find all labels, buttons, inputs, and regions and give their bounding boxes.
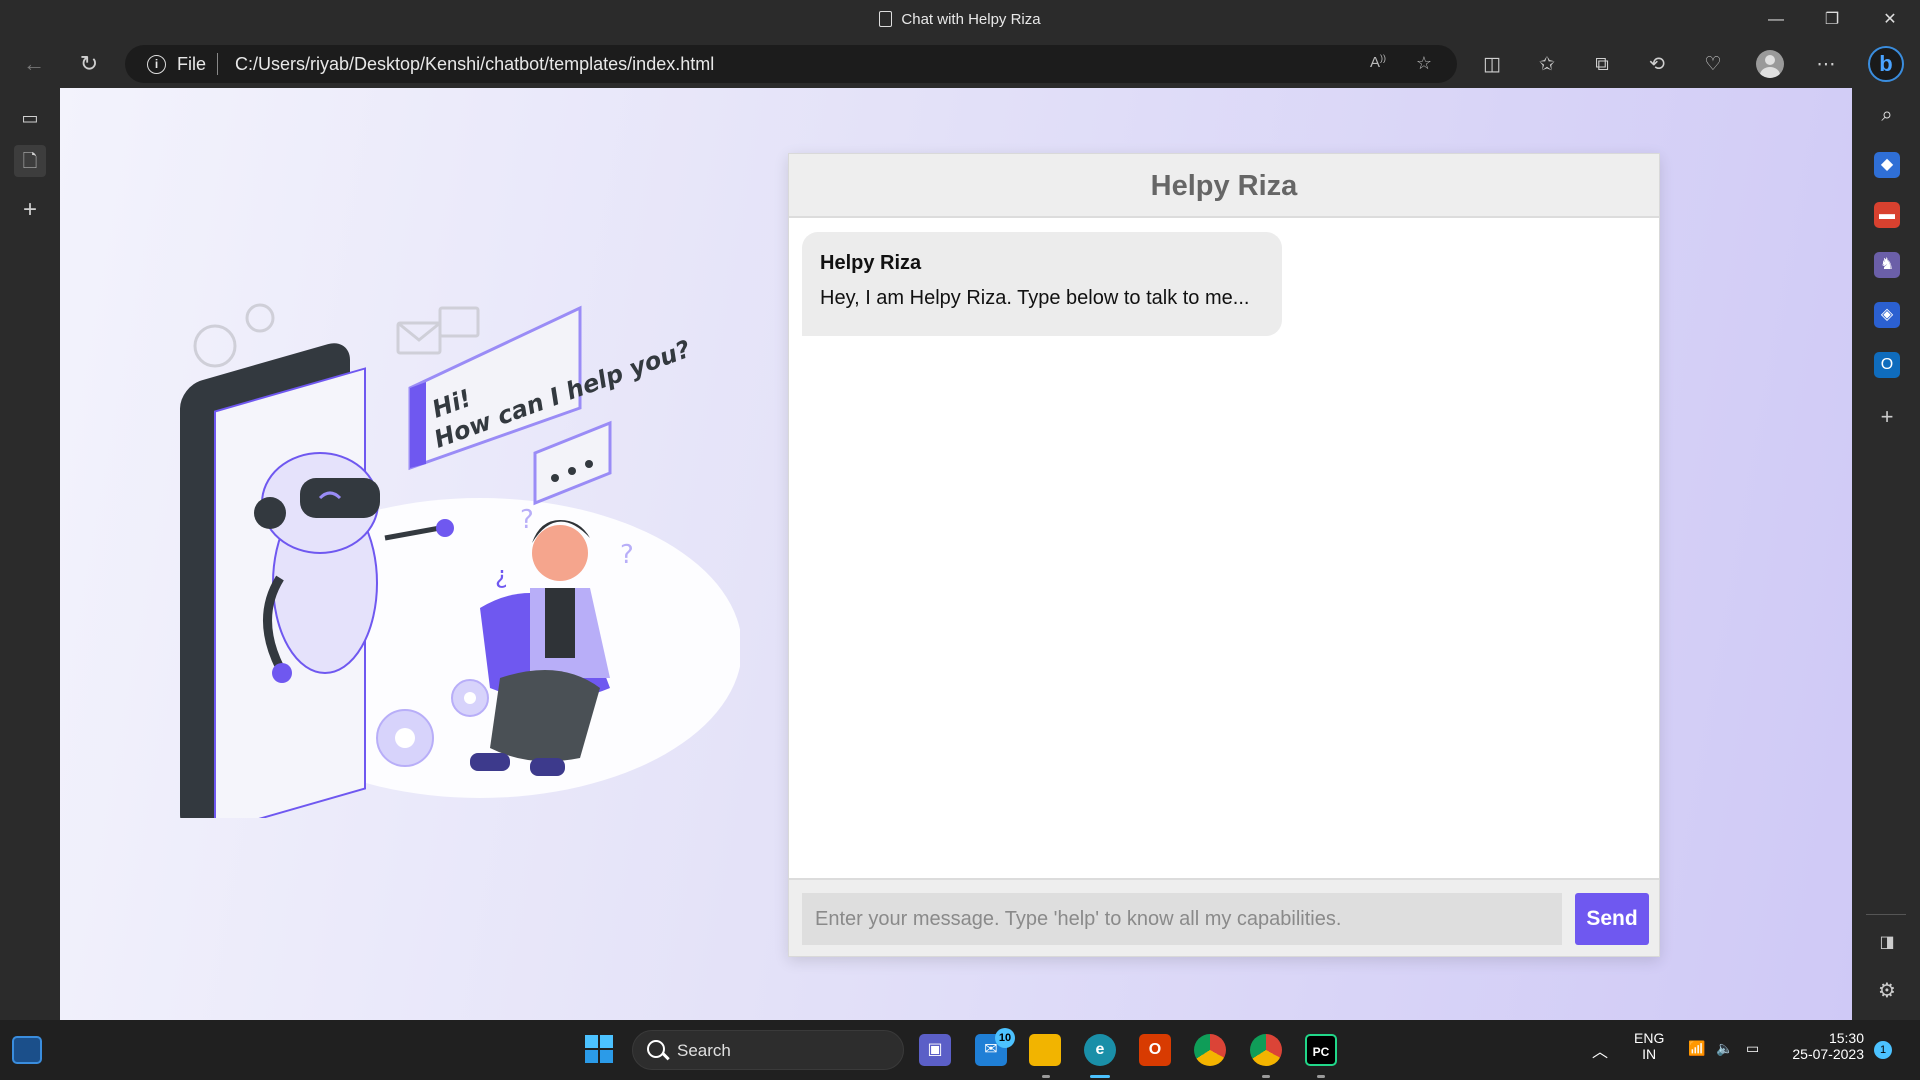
- clock[interactable]: 15:30 25-07-2023: [1786, 1030, 1864, 1062]
- tab-actions-icon[interactable]: ▭: [14, 102, 46, 134]
- notification-badge[interactable]: 1: [1874, 1041, 1892, 1059]
- title-bar: Chat with Helpy Riza — ❐ ✕: [0, 0, 1920, 40]
- clock-time: 15:30: [1828, 1030, 1864, 1046]
- restore-button[interactable]: ❐: [1820, 8, 1844, 32]
- favorite-star-icon[interactable]: ☆: [1413, 53, 1435, 75]
- language-indicator[interactable]: ENG IN: [1634, 1030, 1664, 1062]
- collections-icon[interactable]: ⧉: [1589, 52, 1615, 78]
- window-title: Chat with Helpy Riza: [0, 11, 1920, 28]
- tab-current-page[interactable]: 🗋: [14, 145, 46, 177]
- info-icon[interactable]: i: [147, 55, 166, 74]
- vertical-tabs-bar: ▭ 🗋 +: [0, 88, 60, 1020]
- document-icon: [879, 11, 893, 27]
- back-button[interactable]: ←: [20, 50, 48, 78]
- split-screen-icon[interactable]: ◫: [1479, 52, 1505, 78]
- history-icon[interactable]: ⟲: [1644, 52, 1670, 78]
- shopping-tag-icon[interactable]: ◆: [1874, 152, 1900, 178]
- send-button[interactable]: Send: [1575, 893, 1649, 945]
- mail-badge: 10: [995, 1028, 1015, 1048]
- address-separator: [217, 53, 218, 75]
- svg-text:?: ?: [620, 540, 634, 570]
- search-label: Search: [677, 1041, 731, 1060]
- volume-icon[interactable]: 🔈: [1716, 1040, 1733, 1057]
- refresh-button[interactable]: ↻: [75, 50, 103, 78]
- edge-sidebar: ⌕ ◆ ▬ ♞ ◈ O + ◨ ⚙: [1852, 88, 1920, 1020]
- edge-active-indicator: [1090, 1075, 1110, 1078]
- url-text[interactable]: C:/Users/riyab/Desktop/Kenshi/chatbot/te…: [235, 54, 714, 75]
- chatbot-illustration: Hi! How can I help you? ? ? ¿: [180, 303, 740, 818]
- chat-window: Helpy Riza Helpy Riza Hey, I am Helpy Ri…: [788, 153, 1660, 957]
- explorer-running-indicator: [1042, 1075, 1050, 1078]
- sidebar-divider: [1866, 914, 1906, 915]
- pycharm-running-indicator: [1317, 1075, 1325, 1078]
- teams-chat-icon[interactable]: ▣: [919, 1034, 951, 1066]
- hide-sidebar-icon[interactable]: ◨: [1874, 930, 1900, 956]
- windows-taskbar: Search ▣ ✉ 10 e O PC ︿ ENG IN 📶 🔈 ▭ 15:30…: [0, 1020, 1920, 1080]
- browser-essentials-icon[interactable]: ♡: [1700, 52, 1726, 78]
- profile-avatar[interactable]: [1756, 50, 1784, 78]
- message-sender: Helpy Riza: [820, 252, 922, 274]
- address-bar[interactable]: i File C:/Users/riyab/Desktop/Kenshi/cha…: [125, 45, 1457, 83]
- clock-date: 25-07-2023: [1792, 1046, 1864, 1062]
- taskbar-search[interactable]: Search: [632, 1030, 904, 1070]
- games-icon[interactable]: ♞: [1874, 252, 1900, 278]
- minimize-button[interactable]: —: [1764, 8, 1788, 32]
- svg-text:¿: ¿: [495, 561, 508, 589]
- bing-copilot-icon[interactable]: b: [1868, 46, 1904, 82]
- sidebar-search-icon[interactable]: ⌕: [1874, 102, 1900, 128]
- office-icon[interactable]: O: [1139, 1034, 1171, 1066]
- message-input[interactable]: [802, 893, 1562, 945]
- language-line1: ENG: [1634, 1030, 1665, 1046]
- language-line2: IN: [1642, 1046, 1657, 1062]
- new-tab-button[interactable]: +: [14, 194, 46, 226]
- page-content: Hi! How can I help you? ? ? ¿ Helpy Riza…: [60, 88, 1852, 1020]
- microsoft-365-icon[interactable]: ◈: [1874, 302, 1900, 328]
- widgets-icon[interactable]: [12, 1036, 42, 1064]
- tools-icon[interactable]: ▬: [1874, 202, 1900, 228]
- window-title-text: Chat with Helpy Riza: [901, 11, 1041, 28]
- browser-toolbar: ← ↻ i File C:/Users/riyab/Desktop/Kenshi…: [0, 40, 1920, 88]
- chrome-icon[interactable]: [1194, 1034, 1226, 1066]
- close-button[interactable]: ✕: [1878, 8, 1902, 32]
- start-button[interactable]: [583, 1034, 615, 1066]
- chrome-profile-icon[interactable]: [1250, 1034, 1282, 1066]
- message-composer: Send: [789, 878, 1659, 956]
- pycharm-icon[interactable]: PC: [1305, 1034, 1337, 1066]
- more-options-icon[interactable]: ⋯: [1813, 52, 1839, 78]
- sidebar-settings-icon[interactable]: ⚙: [1874, 978, 1900, 1004]
- mail-icon[interactable]: ✉ 10: [975, 1028, 1015, 1066]
- message-text: Hey, I am Helpy Riza. Type below to talk…: [820, 287, 1250, 309]
- edge-browser-icon[interactable]: e: [1084, 1034, 1116, 1066]
- file-explorer-icon[interactable]: [1029, 1034, 1061, 1066]
- outlook-icon[interactable]: O: [1874, 352, 1900, 378]
- read-aloud-icon[interactable]: A)): [1367, 53, 1389, 75]
- wifi-icon[interactable]: 📶: [1688, 1040, 1705, 1057]
- chrome-running-indicator: [1262, 1075, 1270, 1078]
- windows-logo-icon: [585, 1035, 613, 1063]
- bot-message: Helpy Riza Hey, I am Helpy Riza. Type be…: [802, 232, 1282, 336]
- svg-text:?: ?: [520, 505, 534, 535]
- favorites-icon[interactable]: ✩: [1534, 52, 1560, 78]
- show-hidden-icons[interactable]: ︿: [1592, 1038, 1608, 1062]
- scheme-label: File: [177, 54, 207, 74]
- battery-icon[interactable]: ▭: [1746, 1040, 1759, 1057]
- message-list[interactable]: Helpy Riza Hey, I am Helpy Riza. Type be…: [789, 220, 1659, 880]
- add-sidebar-app-icon[interactable]: +: [1874, 404, 1900, 430]
- search-icon: [647, 1040, 665, 1058]
- chat-header-title: Helpy Riza: [789, 154, 1659, 218]
